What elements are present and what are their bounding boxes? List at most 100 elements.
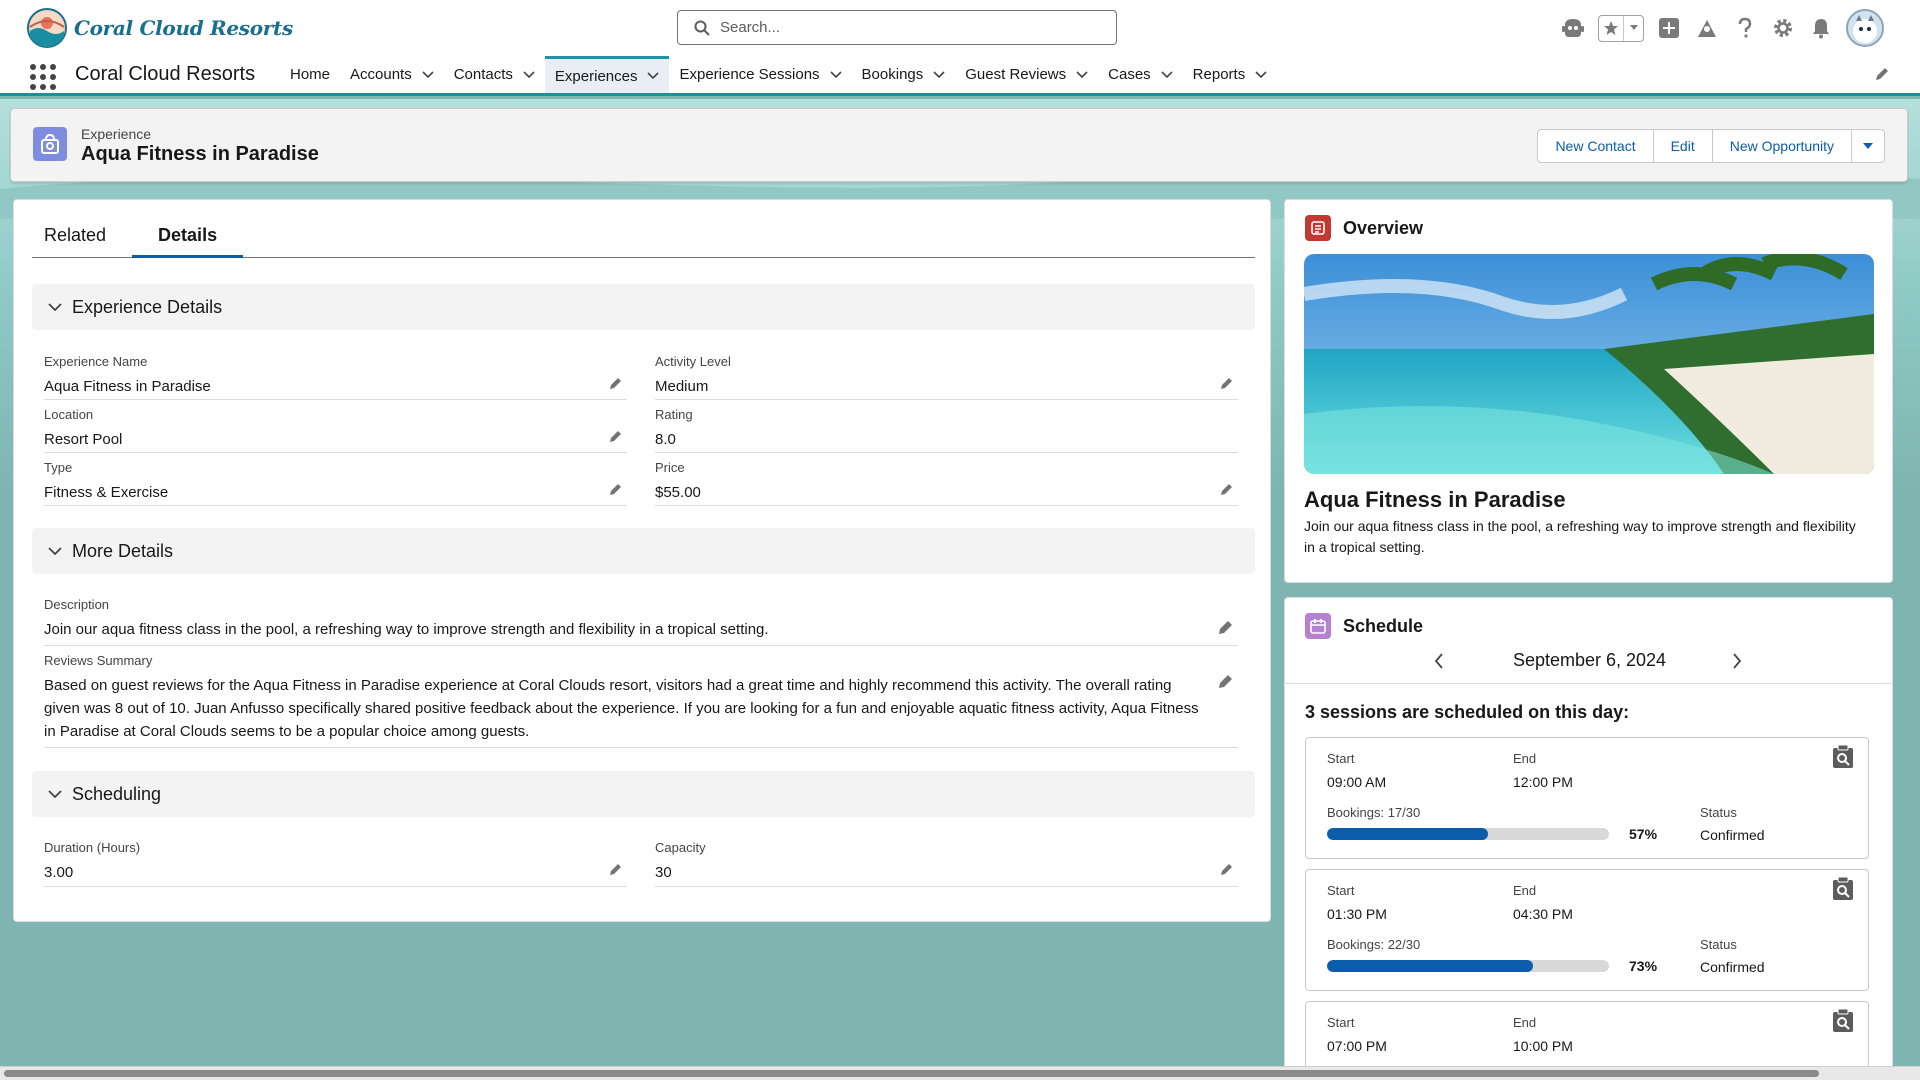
- field-value: Medium: [655, 378, 709, 395]
- new-opportunity-button[interactable]: New Opportunity: [1713, 130, 1852, 162]
- app-logo[interactable]: Coral Cloud Resorts: [26, 6, 293, 50]
- chevron-down-icon[interactable]: [1161, 70, 1173, 79]
- field-type: Type Fitness & Exercise: [44, 460, 627, 506]
- field-experience-name: Experience Name Aqua Fitness in Paradise: [44, 354, 627, 400]
- agentforce-icon[interactable]: [1560, 15, 1586, 41]
- section-experience-details[interactable]: Experience Details: [32, 284, 1255, 330]
- nav-item-label: Home: [290, 66, 331, 83]
- edit-nav-pencil-icon[interactable]: [1874, 66, 1890, 82]
- bookings-percent: 73%: [1629, 958, 1658, 974]
- overview-card: Overview Aqua Fitness in Paradise Join o…: [1284, 199, 1893, 583]
- global-search-input[interactable]: Search...: [677, 10, 1117, 45]
- record-type-label: Experience: [81, 126, 152, 142]
- nav-item-cases[interactable]: Cases: [1098, 56, 1183, 93]
- edit-pencil-icon[interactable]: [609, 376, 623, 390]
- session-bookings-label: Bookings: 22/30: [1327, 937, 1421, 952]
- chevron-down-icon[interactable]: [829, 70, 842, 79]
- tab-related[interactable]: Related: [32, 220, 132, 258]
- edit-pencil-icon[interactable]: [609, 482, 623, 496]
- sessions-heading: 3 sessions are scheduled on this day:: [1305, 702, 1630, 722]
- nav-item-label: Bookings: [861, 66, 924, 83]
- app-launcher-icon[interactable]: [30, 64, 56, 90]
- more-actions-button[interactable]: [1852, 130, 1884, 162]
- nav-item-label: Contacts: [453, 66, 513, 83]
- view-session-icon[interactable]: [1830, 1008, 1856, 1034]
- schedule-title: Schedule: [1343, 616, 1424, 636]
- nav-item-experiences[interactable]: Experiences: [544, 56, 670, 93]
- edit-pencil-icon[interactable]: [1218, 619, 1234, 635]
- chevron-down-icon[interactable]: [523, 70, 535, 79]
- session-start-value: 09:00 AM: [1327, 774, 1387, 790]
- trailhead-icon[interactable]: [1694, 15, 1720, 41]
- favorites-dropdown-icon[interactable]: [1623, 15, 1643, 41]
- setup-gear-icon[interactable]: [1770, 15, 1796, 41]
- nav-item-bookings[interactable]: Bookings: [852, 56, 956, 93]
- app-name: Coral Cloud Resorts: [75, 63, 256, 85]
- nav-item-guest-reviews[interactable]: Guest Reviews: [955, 56, 1098, 93]
- nav-item-home[interactable]: Home: [280, 56, 340, 93]
- edit-button[interactable]: Edit: [1654, 130, 1713, 162]
- field-value: Aqua Fitness in Paradise: [44, 378, 211, 395]
- nav-item-label: Guest Reviews: [965, 66, 1067, 83]
- view-session-icon[interactable]: [1830, 744, 1856, 770]
- schedule-date: September 6, 2024: [1512, 650, 1667, 670]
- experience-beach-image: [1304, 254, 1874, 474]
- bookings-progress-fill: [1327, 828, 1488, 840]
- chevron-down-icon: [48, 546, 62, 555]
- chevron-down-icon: [48, 302, 62, 311]
- session-card: Start 09:00 AM End 12:00 PM Bookings: 17…: [1305, 737, 1869, 859]
- new-contact-button[interactable]: New Contact: [1538, 130, 1654, 162]
- user-avatar[interactable]: [1846, 9, 1884, 47]
- nav-item-accounts[interactable]: Accounts: [340, 56, 444, 93]
- coral-cloud-logo-icon: [27, 8, 67, 48]
- scrollbar-thumb[interactable]: [4, 1070, 1819, 1077]
- edit-pencil-icon[interactable]: [1218, 673, 1234, 689]
- session-status-label: Status: [1700, 937, 1737, 952]
- field-price: Price $55.00: [655, 460, 1238, 506]
- chevron-down-icon[interactable]: [647, 72, 660, 80]
- nav-item-contacts[interactable]: Contacts: [444, 56, 545, 93]
- field-activity-level: Activity Level Medium: [655, 354, 1238, 400]
- field-label: Rating: [655, 407, 693, 422]
- field-label: Capacity: [655, 840, 706, 855]
- record-detail-card: Related Details Experience Details Exper…: [13, 199, 1271, 922]
- section-title: Experience Details: [72, 296, 223, 317]
- chevron-down-icon[interactable]: [422, 70, 434, 79]
- chevron-down-icon[interactable]: [933, 70, 945, 79]
- chevron-down-icon[interactable]: [1076, 70, 1088, 79]
- field-label: Experience Name: [44, 354, 148, 369]
- edit-pencil-icon[interactable]: [1220, 482, 1234, 496]
- app-nav-bar: Coral Cloud Resorts Home Accounts Contac…: [0, 56, 1920, 96]
- help-icon[interactable]: [1732, 15, 1758, 41]
- chevron-right-icon[interactable]: [1731, 652, 1743, 670]
- bookings-progress-bar: [1327, 828, 1609, 840]
- global-create-icon[interactable]: [1656, 15, 1682, 41]
- session-start-label: Start: [1327, 883, 1355, 898]
- session-end-label: End: [1513, 1015, 1537, 1030]
- session-end-value: 04:30 PM: [1513, 906, 1573, 922]
- section-more-details[interactable]: More Details: [32, 528, 1255, 574]
- nav-item-reports[interactable]: Reports: [1183, 56, 1278, 93]
- global-header: Coral Cloud Resorts Search...: [0, 0, 1920, 56]
- edit-pencil-icon[interactable]: [1220, 862, 1234, 876]
- edit-pencil-icon[interactable]: [1220, 376, 1234, 390]
- notifications-bell-icon[interactable]: [1808, 15, 1834, 41]
- favorite-star-icon[interactable]: [1599, 16, 1623, 41]
- record-header: Experience Aqua Fitness in Paradise New …: [10, 108, 1908, 182]
- schedule-date-navigator: September 6, 2024: [1285, 646, 1892, 684]
- horizontal-scrollbar[interactable]: [0, 1066, 1920, 1080]
- search-placeholder: Search...: [720, 19, 781, 36]
- tab-details[interactable]: Details: [132, 220, 244, 258]
- section-scheduling[interactable]: Scheduling: [32, 771, 1255, 817]
- record-title: Aqua Fitness in Paradise: [81, 143, 319, 165]
- overview-experience-name: Aqua Fitness in Paradise: [1304, 487, 1566, 512]
- nav-item-experience-sessions[interactable]: Experience Sessions: [669, 56, 851, 93]
- field-value: 30: [655, 864, 672, 881]
- edit-pencil-icon[interactable]: [609, 429, 623, 443]
- view-session-icon[interactable]: [1830, 876, 1856, 902]
- field-label: Reviews Summary: [44, 653, 153, 668]
- edit-pencil-icon[interactable]: [609, 862, 623, 876]
- field-value: 8.0: [655, 431, 676, 448]
- chevron-down-icon[interactable]: [1255, 70, 1267, 79]
- field-value: Fitness & Exercise: [44, 484, 169, 501]
